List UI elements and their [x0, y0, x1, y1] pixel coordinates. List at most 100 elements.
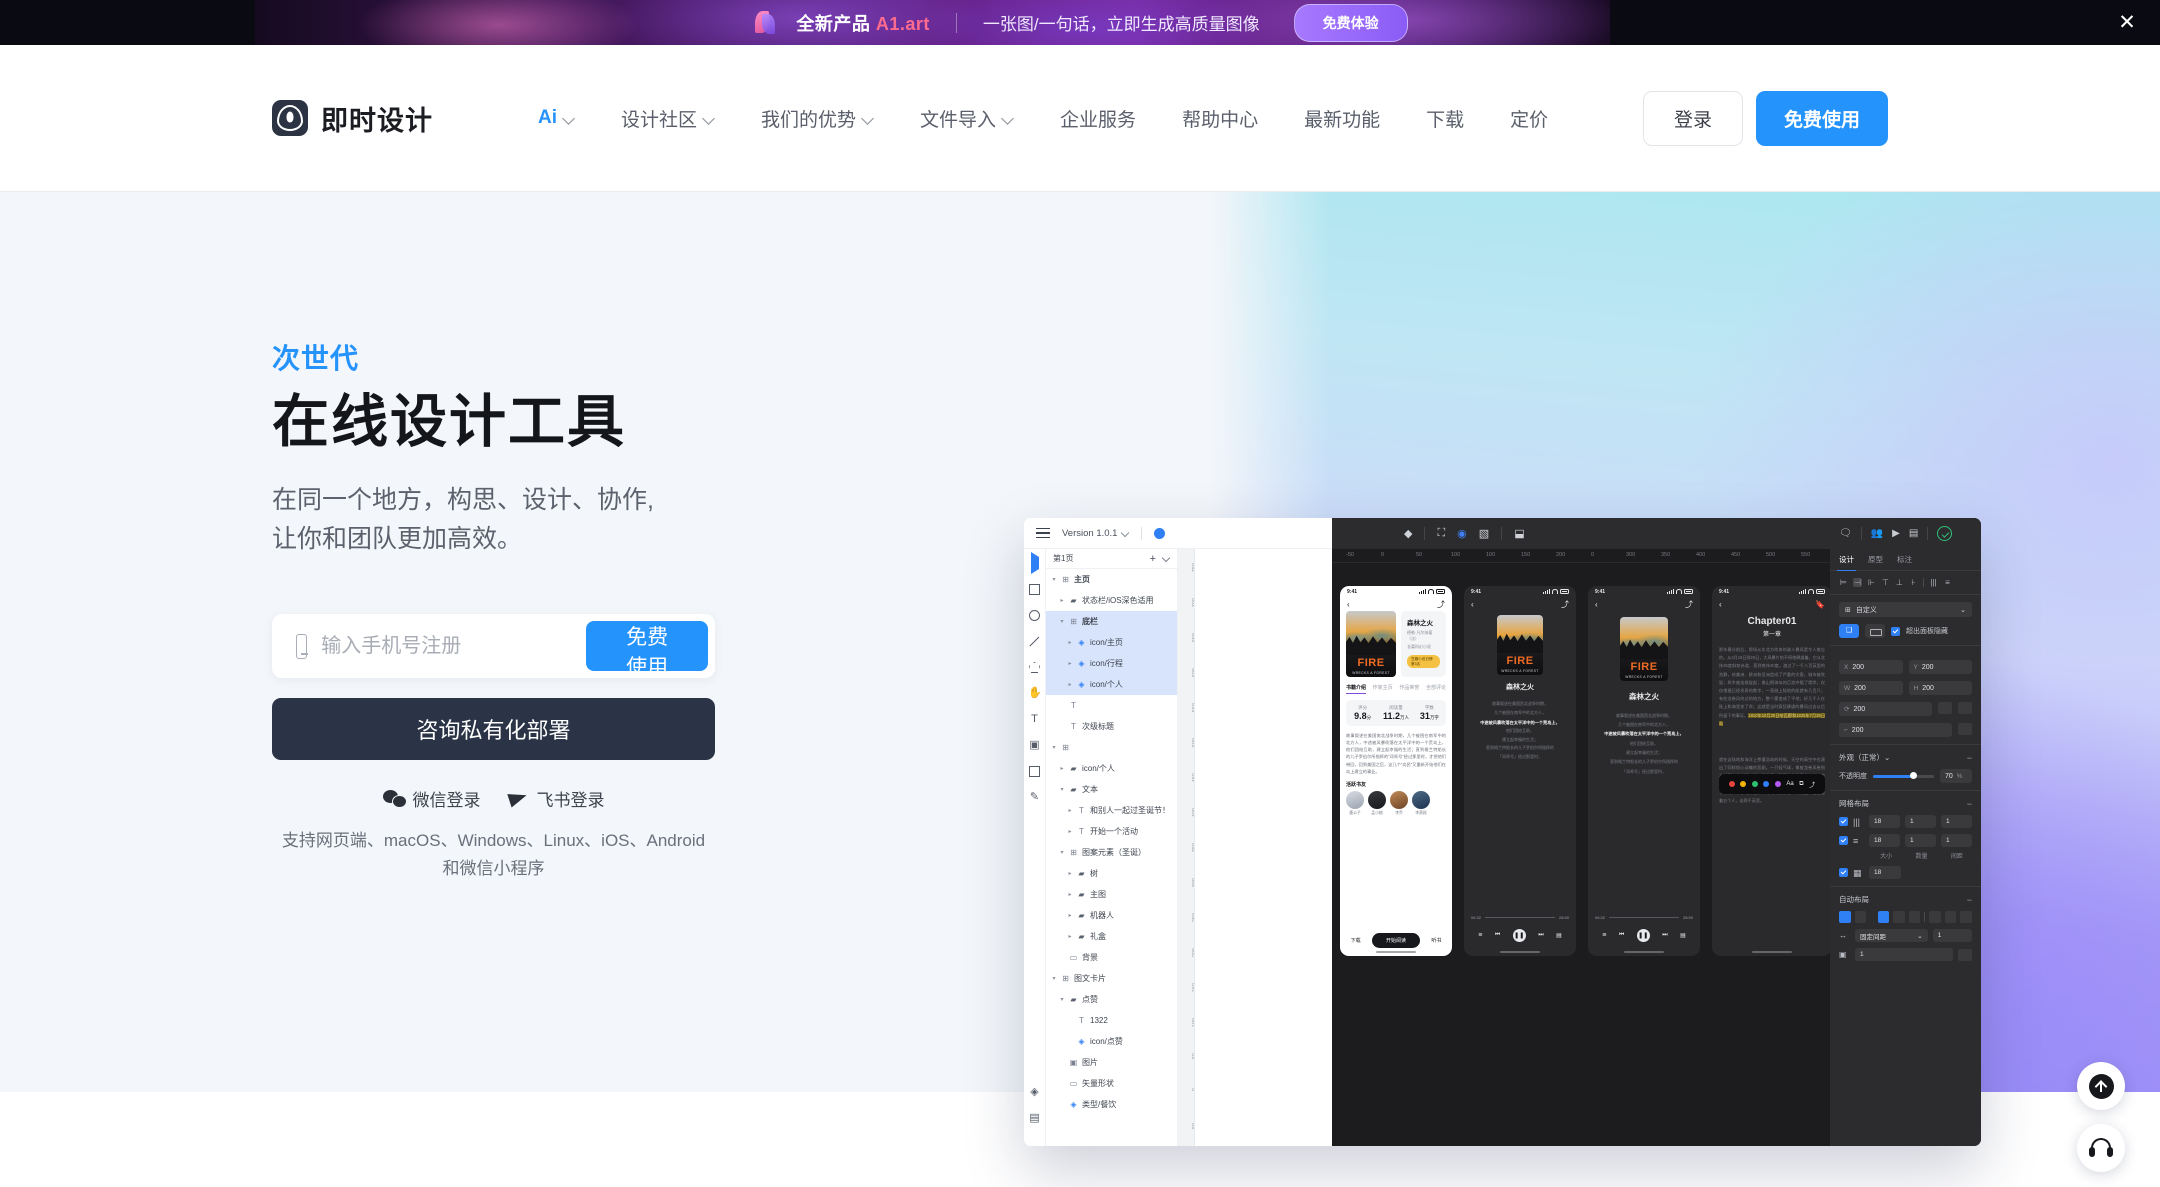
back-to-top-button[interactable] — [2077, 1062, 2125, 1110]
expand-toggle-icon[interactable]: ▾ — [1051, 975, 1057, 982]
share-icon[interactable]: 👥 — [1871, 528, 1883, 539]
align-top2-icon[interactable] — [1929, 911, 1941, 923]
present-icon[interactable]: ▶ — [1892, 528, 1900, 539]
layer-row[interactable]: ◈ 类型/餐饮 — [1046, 1094, 1177, 1115]
layer-row[interactable]: T 次级标题 — [1046, 716, 1177, 737]
check-icon[interactable] — [1937, 526, 1953, 541]
h-field[interactable]: H 200 — [1908, 681, 1972, 695]
grid-square-checkbox[interactable] — [1839, 868, 1848, 877]
assets-tool[interactable]: ▤ — [1028, 1112, 1041, 1125]
tab-intro[interactable]: 书籍介绍 — [1346, 684, 1367, 694]
prev-icon[interactable]: ⏮ — [1619, 932, 1624, 939]
align-center-h-icon[interactable]: ⊣ — [1853, 578, 1862, 587]
reader-highlight[interactable]: 1810年10月25日哈瓦郡和1825年7月26日岛 — [1719, 712, 1825, 726]
share-icon[interactable]: ⤴ — [1809, 780, 1815, 789]
layer-row[interactable]: ▸ T 开始一个活动 — [1046, 821, 1177, 842]
ellipse-tool[interactable] — [1028, 609, 1041, 622]
pause-icon[interactable]: ❚❚ — [1512, 929, 1526, 942]
book-icon[interactable]: ▤ — [1680, 932, 1686, 939]
distribute-v-icon[interactable]: ≡ — [1943, 578, 1952, 587]
spacing-value[interactable]: 1 — [1932, 929, 1972, 942]
artboard-reader-dark[interactable]: 9:41 ‹ 🔖 Chapter01 第一章 那年春分前后，那场从东北方吹来的骇… — [1712, 586, 1832, 956]
signup-submit-button[interactable]: 免费使用 — [586, 621, 708, 679]
friend-item[interactable]: 李燕妮 — [1412, 790, 1430, 816]
expand-toggle-icon[interactable]: ▸ — [1067, 807, 1073, 814]
back-icon[interactable]: ‹ — [1347, 600, 1350, 609]
layer-row[interactable]: ▣ 图片 — [1046, 1052, 1177, 1073]
expand-toggle-icon[interactable]: ▸ — [1067, 891, 1073, 898]
align-bottom2-icon[interactable] — [1960, 911, 1973, 923]
artboard-book-detail-dark[interactable]: 9:41 ‹ ⤴ FIRE WRECKS A FOREST 森林之火 故事叙述在… — [1464, 586, 1576, 956]
layer-row[interactable]: ▸ ◈ icon/个人 — [1046, 674, 1177, 695]
expand-toggle-icon[interactable]: ▸ — [1067, 660, 1073, 667]
list-icon[interactable]: ≡ — [1478, 932, 1482, 939]
playback-progress[interactable]: 06:32 28:50 — [1595, 915, 1693, 920]
y-field[interactable]: Y 200 — [1908, 660, 1972, 674]
w-field[interactable]: W 200 — [1839, 681, 1903, 695]
hand-tool[interactable]: ✋ — [1028, 687, 1042, 700]
plus-icon[interactable]: + — [1150, 553, 1156, 565]
layer-row[interactable]: ▸ T 和别人一起过圣诞节！ — [1046, 800, 1177, 821]
orientation-landscape-button[interactable] — [1865, 624, 1885, 638]
layer-row[interactable]: ▾ ▰ 点赞 — [1046, 989, 1177, 1010]
nav-item-pricing[interactable]: 定价 — [1487, 105, 1571, 132]
layer-row[interactable]: ▸ ▰ 树 — [1046, 863, 1177, 884]
layer-row[interactable]: ▸ ▰ 状态栏/iOS深色适用 — [1046, 590, 1177, 611]
layer-row[interactable]: ▸ ▰ icon/个人 — [1046, 758, 1177, 779]
expand-toggle-icon[interactable]: ▸ — [1059, 765, 1065, 772]
grid-row-size[interactable]: 18 — [1869, 834, 1900, 847]
expand-toggle-icon[interactable]: ▾ — [1059, 996, 1065, 1003]
nav-item-help[interactable]: 帮助中心 — [1159, 105, 1281, 132]
frame-tool[interactable] — [1028, 765, 1041, 778]
artboard-player-dark[interactable]: 9:41 ‹ ⤴ FIRE WRECKS A FOREST 森林之火 故事叙述在… — [1588, 586, 1700, 956]
expand-toggle-icon[interactable]: ▾ — [1059, 786, 1065, 793]
expand-toggle-icon[interactable]: ▾ — [1059, 849, 1065, 856]
nav-item-ai[interactable]: Ai — [515, 107, 598, 129]
collapse-icon[interactable]: − — [1967, 895, 1972, 905]
grid-row-gutter[interactable]: 1 — [1941, 834, 1972, 847]
expand-toggle-icon[interactable]: ▸ — [1067, 933, 1073, 940]
friend-item[interactable]: 李乔 — [1390, 790, 1408, 816]
expand-toggle-icon[interactable]: ▸ — [1067, 681, 1073, 688]
expand-toggle-icon[interactable]: ▸ — [1067, 639, 1073, 646]
layer-row[interactable]: ▾ ⊞ 图案元素（圣诞） — [1046, 842, 1177, 863]
highlight-color-yellow[interactable] — [1740, 781, 1747, 787]
layer-row[interactable]: ▸ ◈ icon/主页 — [1046, 632, 1177, 653]
highlight-color-blue[interactable] — [1763, 781, 1770, 787]
page-selector[interactable]: 第1页 + — [1046, 549, 1177, 569]
constraint-selector[interactable]: ⊞ 自定义 ⌄ — [1839, 602, 1972, 617]
phone-input[interactable] — [321, 634, 587, 658]
layer-row[interactable]: ▭ 背景 — [1046, 947, 1177, 968]
customer-service-button[interactable] — [2077, 1124, 2125, 1172]
align-bottom-icon[interactable]: ⊦ — [1909, 578, 1918, 587]
align-right-icon[interactable]: ⊩ — [1867, 578, 1876, 587]
tab-design[interactable]: 设计 — [1837, 554, 1856, 572]
text-tool[interactable]: T — [1028, 713, 1041, 726]
image-insert-icon[interactable]: ▧ — [1479, 527, 1489, 540]
back-icon[interactable]: ‹ — [1595, 600, 1598, 609]
copy-icon[interactable]: ⧉ — [1799, 781, 1803, 788]
layer-row[interactable]: ▸ ▰ 机器人 — [1046, 905, 1177, 926]
nav-item-community[interactable]: 设计社区 — [598, 105, 738, 132]
expand-toggle-icon[interactable]: ▸ — [1059, 597, 1065, 604]
next-icon[interactable]: ⏭ — [1662, 932, 1667, 939]
layer-row[interactable]: ▸ ▰ 礼盒 — [1046, 926, 1177, 947]
grid-row-count[interactable]: 1 — [1905, 834, 1936, 847]
layer-row[interactable]: ▾ ⊞ 底栏 — [1046, 611, 1177, 632]
align-top-icon[interactable]: ⊤ — [1881, 578, 1890, 587]
pen-tool[interactable]: ✎ — [1028, 791, 1041, 804]
components-tool[interactable]: ◈ — [1028, 1086, 1041, 1099]
layer-row[interactable]: T — [1046, 695, 1177, 716]
expand-toggle-icon[interactable]: ▾ — [1059, 618, 1065, 625]
download-action[interactable]: 下载 — [1351, 937, 1361, 944]
rectangle-tool[interactable] — [1028, 583, 1041, 596]
private-deploy-button[interactable]: 咨询私有化部署 — [272, 698, 715, 761]
layer-row[interactable]: ▾ ⊞ 主页 — [1046, 569, 1177, 590]
highlight-color-purple[interactable] — [1774, 781, 1781, 787]
layer-row[interactable]: ▾ ▰ 文本 — [1046, 779, 1177, 800]
component-icon[interactable]: ◆ — [1404, 527, 1412, 540]
polygon-tool[interactable] — [1028, 661, 1041, 674]
listen-action[interactable]: 听书 — [1431, 937, 1441, 944]
expand-toggle-icon[interactable]: ▸ — [1067, 912, 1073, 919]
collapse-icon[interactable]: − — [1967, 753, 1972, 763]
